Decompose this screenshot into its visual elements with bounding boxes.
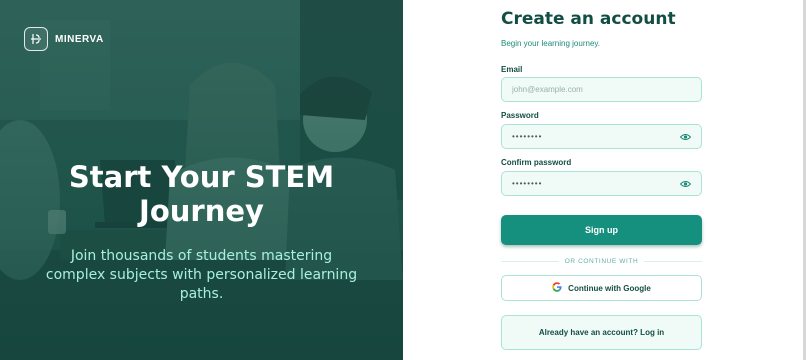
divider-label: OR CONTINUE WITH <box>564 257 639 265</box>
form-subtitle: Begin your learning journey. <box>501 39 601 48</box>
password-value: •••••••• <box>512 132 543 141</box>
email-field[interactable] <box>501 77 702 102</box>
login-link[interactable]: Already have an account? Log in <box>501 315 702 350</box>
eye-icon[interactable] <box>679 178 691 190</box>
password-label: Password <box>501 111 539 120</box>
confirm-password-label: Confirm password <box>501 158 572 167</box>
form-title: Create an account <box>501 9 676 29</box>
confirm-password-value: •••••••• <box>512 179 543 188</box>
hero-subtitle: Join thousands of students mastering com… <box>45 248 358 302</box>
divider-line <box>501 260 559 262</box>
google-signin-button[interactable]: Continue with Google <box>501 275 702 301</box>
eye-icon[interactable] <box>679 131 691 143</box>
brand[interactable]: MINERVA <box>24 27 104 51</box>
signup-button[interactable]: Sign up <box>501 215 702 245</box>
email-label: Email <box>501 65 523 74</box>
password-field[interactable]: •••••••• <box>501 124 702 149</box>
divider: OR CONTINUE WITH <box>501 256 703 266</box>
confirm-password-field[interactable]: •••••••• <box>501 171 702 196</box>
google-button-label: Continue with Google <box>568 283 651 293</box>
google-icon <box>552 282 562 294</box>
email-input[interactable] <box>512 85 691 94</box>
signup-form-panel: Create an account Begin your learning jo… <box>403 0 806 360</box>
hero-panel: MINERVA Start Your STEM Journey Join tho… <box>0 0 403 360</box>
hero-title: Start Your STEM Journey <box>68 160 335 228</box>
brand-name: MINERVA <box>55 33 104 45</box>
abacus-icon <box>24 27 48 51</box>
divider-line <box>644 260 703 262</box>
